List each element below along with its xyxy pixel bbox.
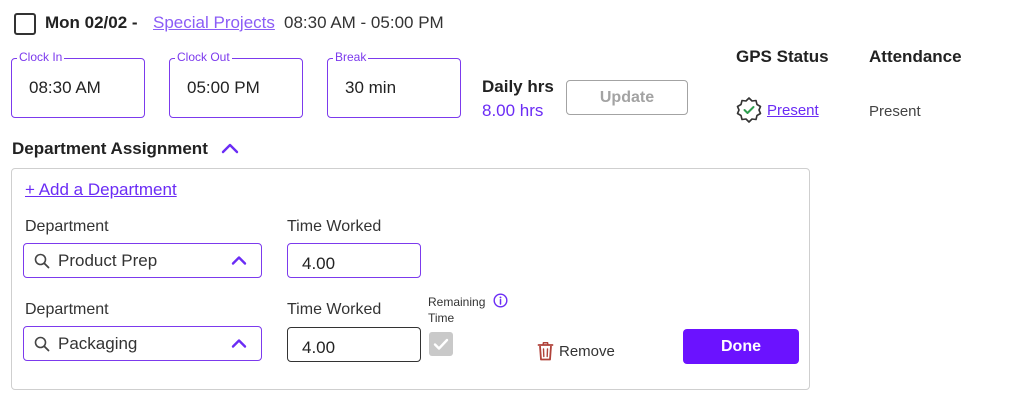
chevron-up-icon[interactable] — [220, 141, 240, 155]
search-icon — [34, 336, 50, 352]
department-select[interactable]: Packaging — [23, 326, 262, 361]
department-select[interactable]: Product Prep — [23, 243, 262, 278]
time-worked-input[interactable]: 4.00 — [287, 327, 421, 362]
project-link[interactable]: Special Projects — [153, 13, 275, 33]
remaining-time-checkbox[interactable] — [429, 332, 453, 356]
clock-out-field[interactable]: Clock Out 05:00 PM — [169, 50, 303, 118]
break-label: Break — [333, 50, 369, 64]
break-value: 30 min — [345, 78, 397, 97]
gps-status-link[interactable]: Present — [767, 102, 819, 119]
clock-in-field[interactable]: Clock In 08:30 AM — [11, 50, 145, 118]
clock-out-label: Clock Out — [175, 50, 232, 64]
time-worked-value: 4.00 — [302, 254, 336, 273]
day-date: Mon 02/02 - — [45, 13, 138, 32]
clock-in-value: 08:30 AM — [29, 78, 101, 97]
time-worked-input[interactable]: 4.00 — [287, 243, 421, 278]
gps-status-header: GPS Status — [736, 47, 829, 66]
break-field[interactable]: Break 30 min — [327, 50, 461, 118]
daily-hrs-value: 8.00 hrs — [482, 101, 544, 120]
daily-hrs-label: Daily hrs — [482, 77, 554, 96]
clock-out-value: 05:00 PM — [187, 78, 260, 97]
department-label: Department — [25, 218, 109, 235]
chevron-up-icon — [231, 339, 247, 348]
trash-icon[interactable] — [537, 341, 554, 361]
update-button[interactable]: Update — [566, 80, 688, 115]
chevron-up-icon — [231, 256, 247, 265]
search-icon — [34, 253, 50, 269]
done-button[interactable]: Done — [683, 329, 799, 364]
verified-badge-icon — [736, 97, 762, 123]
department-assignment-title: Department Assignment — [12, 139, 208, 158]
department-select-value: Packaging — [58, 334, 138, 353]
remaining-time-label: Remaining Time — [428, 295, 486, 325]
time-worked-label: Time Worked — [287, 301, 382, 318]
attendance-value: Present — [869, 103, 921, 120]
department-select-value: Product Prep — [58, 251, 158, 270]
day-checkbox[interactable] — [14, 13, 36, 35]
info-icon[interactable] — [493, 293, 508, 308]
add-department-link[interactable]: + Add a Department — [25, 180, 177, 200]
remove-button[interactable]: Remove — [559, 343, 615, 360]
checkmark-icon — [433, 338, 449, 350]
time-worked-label: Time Worked — [287, 218, 382, 235]
time-worked-value: 4.00 — [302, 338, 336, 357]
attendance-header: Attendance — [869, 47, 962, 66]
shift-time-range: 08:30 AM - 05:00 PM — [284, 13, 444, 32]
clock-in-label: Clock In — [17, 50, 65, 64]
department-label: Department — [25, 301, 109, 318]
